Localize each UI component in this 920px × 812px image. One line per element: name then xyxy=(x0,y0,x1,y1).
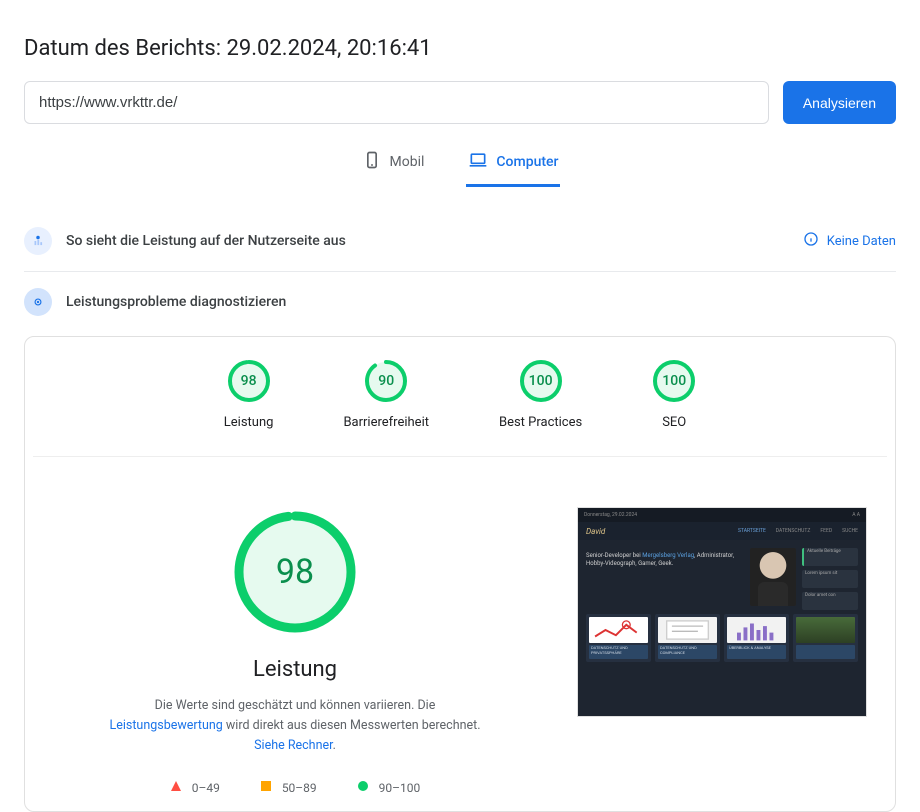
page-screenshot-preview: Donnerstag, 29.02.2024A A David STARTSEI… xyxy=(577,507,867,717)
preview-nav-2: FEED xyxy=(820,528,832,534)
preview-logo: David xyxy=(586,527,605,536)
preview-hero-text: Senior-Developer bei Mergelsberg Verlag,… xyxy=(586,548,744,610)
score-seo[interactable]: 100 SEO xyxy=(652,359,696,430)
score-best-practices[interactable]: 100 Best Practices xyxy=(499,359,582,430)
report-date-heading: Datum des Berichts: 29.02.2024, 20:16:41 xyxy=(24,36,896,61)
preview-cards: DATENSCHUTZ UND PRIVATSSPHÄRE DATENSCHUT… xyxy=(578,614,866,668)
info-icon xyxy=(803,231,819,251)
score-performance-label: Leistung xyxy=(224,415,274,430)
phone-icon xyxy=(362,150,382,174)
triangle-icon xyxy=(170,780,182,795)
score-performance[interactable]: 98 Leistung xyxy=(224,359,274,430)
performance-body: 98 Leistung Die Werte sind geschätzt und… xyxy=(33,457,887,811)
analyze-button[interactable]: Analysieren xyxy=(783,81,896,124)
diagnose-icon xyxy=(24,288,52,316)
legend-bad-label: 0–49 xyxy=(192,781,220,795)
section-field-data-title: So sieht die Leistung auf der Nutzerseit… xyxy=(66,233,789,249)
gauge-performance-value: 98 xyxy=(227,359,271,403)
legend-bad: 0–49 xyxy=(170,780,220,795)
tab-mobile-label: Mobil xyxy=(390,154,425,170)
gauge-best-practices: 100 xyxy=(519,359,563,403)
diagnose-card: 98 Leistung 90 Barrierefreiheit 100 xyxy=(24,336,896,812)
performance-description: Die Werte sind geschätzt und können vari… xyxy=(105,696,485,756)
section-diagnose[interactable]: Leistungsprobleme diagnostizieren xyxy=(24,272,896,332)
scores-row: 98 Leistung 90 Barrierefreiheit 100 xyxy=(33,359,887,457)
perf-calc-link[interactable]: Siehe Rechner xyxy=(254,738,332,753)
performance-title: Leistung xyxy=(253,657,337,682)
legend-good: 90–100 xyxy=(357,780,421,795)
preview-topbar: Donnerstag, 29.02.2024A A xyxy=(578,508,866,522)
gauge-seo-value: 100 xyxy=(652,359,696,403)
main-gauge-value: 98 xyxy=(230,507,360,637)
no-data-label: Keine Daten xyxy=(827,234,896,249)
score-accessibility[interactable]: 90 Barrierefreiheit xyxy=(343,359,429,430)
gauge-best-practices-value: 100 xyxy=(519,359,563,403)
square-icon xyxy=(260,780,272,795)
legend-mid: 50–89 xyxy=(260,780,317,795)
score-best-practices-label: Best Practices xyxy=(499,415,582,430)
tab-desktop-label: Computer xyxy=(496,154,558,170)
gauge-seo: 100 xyxy=(652,359,696,403)
perf-desc-mid: wird direkt aus diesen Messwerten berech… xyxy=(223,718,481,733)
legend-good-label: 90–100 xyxy=(379,781,421,795)
perf-rating-link[interactable]: Leistungsbewertung xyxy=(109,718,222,733)
tab-mobile[interactable]: Mobil xyxy=(360,146,427,187)
section-field-data[interactable]: So sieht die Leistung auf der Nutzerseit… xyxy=(24,211,896,272)
score-accessibility-label: Barrierefreiheit xyxy=(343,415,429,430)
legend-mid-label: 50–89 xyxy=(282,781,317,795)
preview-hero: Senior-Developer bei Mergelsberg Verlag,… xyxy=(578,540,866,614)
device-tabs: Mobil Computer xyxy=(24,146,896,187)
preview-nav-0: STARTSEITE xyxy=(738,528,766,534)
preview-sidebar: Aktuelle Beiträge Lorem ipsum sit Dolor … xyxy=(802,548,858,610)
gauge-performance: 98 xyxy=(227,359,271,403)
score-seo-label: SEO xyxy=(662,415,686,430)
url-row: Analysieren xyxy=(24,81,896,124)
preview-nav: David STARTSEITE DATENSCHUTZ FEED SUCHE xyxy=(578,522,866,540)
tab-desktop[interactable]: Computer xyxy=(466,146,560,187)
no-data-link[interactable]: Keine Daten xyxy=(803,231,896,251)
section-diagnose-title: Leistungsprobleme diagnostizieren xyxy=(66,294,896,310)
main-gauge: 98 xyxy=(230,507,360,637)
performance-summary: 98 Leistung Die Werte sind geschätzt und… xyxy=(53,507,537,795)
laptop-icon xyxy=(468,150,488,174)
url-input[interactable] xyxy=(24,81,769,124)
circle-icon xyxy=(357,780,369,795)
perf-desc-pre: Die Werte sind geschätzt und können vari… xyxy=(155,698,436,713)
preview-nav-1: DATENSCHUTZ xyxy=(776,528,811,534)
gauge-accessibility-value: 90 xyxy=(364,359,408,403)
score-legend: 0–49 50–89 90–100 xyxy=(170,780,421,795)
preview-portrait xyxy=(750,548,796,606)
preview-nav-3: SUCHE xyxy=(842,528,858,534)
field-data-icon xyxy=(24,227,52,255)
gauge-accessibility: 90 xyxy=(364,359,408,403)
